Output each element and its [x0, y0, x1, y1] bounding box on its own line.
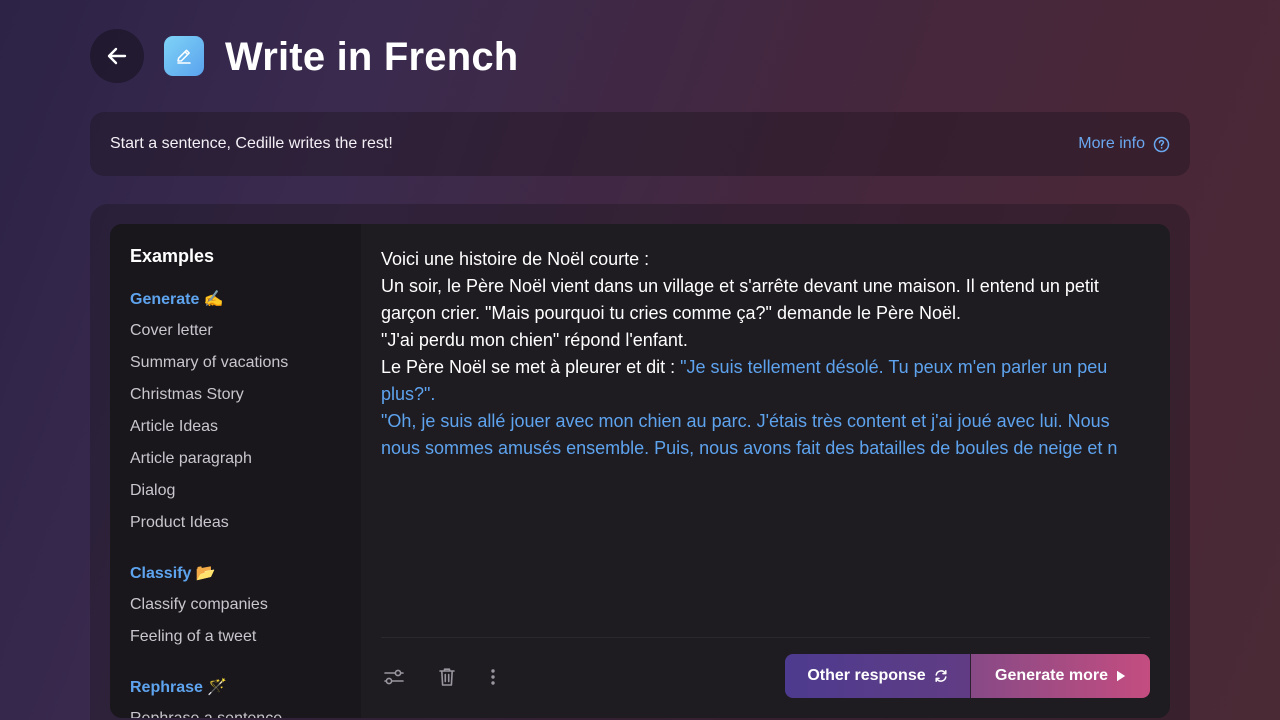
example-feeling-of-a-tweet[interactable]: Feeling of a tweet — [130, 626, 341, 658]
more-options-button[interactable] — [480, 664, 506, 690]
prompt-line: "J'ai perdu mon chien" répond l'enfant. — [381, 330, 688, 350]
editor-panel: Examples Generate ✍️ Cover letter Summar… — [110, 224, 1170, 718]
prompt-line: Voici une histoire de Noël courte : — [381, 249, 650, 269]
info-text: Start a sentence, Cedille writes the res… — [110, 135, 393, 152]
example-dialog[interactable]: Dialog — [130, 480, 341, 512]
example-article-paragraph[interactable]: Article paragraph — [130, 448, 341, 480]
section-generate: Generate ✍️ — [130, 291, 224, 308]
more-info-label: More info — [1078, 135, 1145, 152]
generate-more-label: Generate more — [995, 667, 1108, 684]
more-vertical-icon — [491, 669, 495, 685]
prompt-line-with-generation: Le Père Noël se met à pleurer et dit : "… — [381, 354, 1151, 408]
prompt-line: Le Père Noël se met à pleurer et dit : — [381, 357, 681, 377]
other-response-button[interactable]: Other response — [785, 654, 971, 698]
section-classify: Classify 📂 — [130, 565, 216, 582]
page-title: Write in French — [225, 35, 519, 79]
pencil-edit-icon — [177, 49, 191, 64]
example-article-ideas[interactable]: Article Ideas — [130, 416, 341, 448]
back-button[interactable] — [90, 29, 144, 83]
sidebar-title: Examples — [130, 246, 215, 266]
arrow-left-icon — [107, 47, 127, 65]
refresh-icon — [935, 670, 947, 682]
examples-sidebar: Examples Generate ✍️ Cover letter Summar… — [110, 224, 361, 718]
response-buttons: Other response Generate more — [785, 654, 1150, 698]
prompt-line: Un soir, le Père Noël vient dans un vill… — [381, 276, 1099, 323]
sliders-icon — [384, 669, 404, 685]
example-summary-of-vacations[interactable]: Summary of vacations — [130, 352, 341, 384]
example-product-ideas[interactable]: Product Ideas — [130, 512, 341, 544]
trash-icon — [439, 668, 455, 686]
play-icon — [1116, 670, 1126, 682]
example-classify-companies[interactable]: Classify companies — [130, 594, 341, 626]
more-info-link[interactable]: More info — [1078, 135, 1170, 153]
help-circle-icon — [1153, 136, 1170, 152]
generate-more-button[interactable]: Generate more — [971, 654, 1150, 698]
example-rephrase-a-sentence[interactable]: Rephrase a sentence — [130, 708, 341, 718]
generated-text: "Oh, je suis allé jouer avec mon chien a… — [381, 411, 1118, 458]
example-cover-letter[interactable]: Cover letter — [130, 320, 341, 352]
info-bar: Start a sentence, Cedille writes the res… — [90, 112, 1190, 176]
section-rephrase: Rephrase 🪄 — [130, 679, 228, 696]
text-editor[interactable]: Voici une histoire de Noël courte : Un s… — [381, 246, 1151, 462]
delete-button[interactable] — [434, 664, 460, 690]
toolbar-divider — [381, 637, 1150, 638]
example-christmas-story[interactable]: Christmas Story — [130, 384, 341, 416]
other-response-label: Other response — [807, 667, 926, 684]
app-icon — [164, 36, 204, 76]
settings-button[interactable] — [381, 664, 407, 690]
